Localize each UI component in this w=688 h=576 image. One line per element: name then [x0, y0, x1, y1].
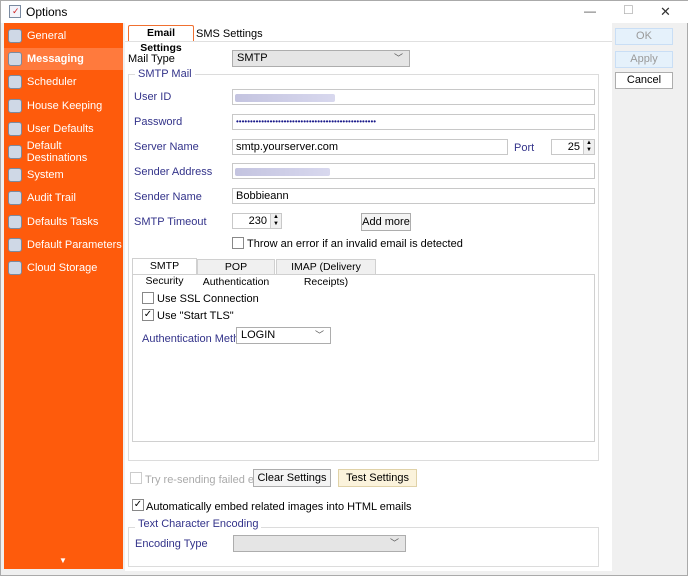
auth-method-select[interactable]: LOGIN ﹀ — [236, 327, 331, 344]
sidebar-item-label: Messaging — [27, 53, 84, 66]
smtp-timeout-spinner[interactable]: 230 ▲ ▼ — [232, 213, 282, 229]
sidebar-item-label: Default Destinations — [26, 140, 88, 164]
sidebar-item-general[interactable]: General — [4, 25, 123, 47]
smtp-mail-title: SMTP Mail — [135, 68, 195, 80]
sidebar-item-cloud-storage[interactable]: Cloud Storage — [4, 257, 123, 279]
use-ssl-label: Use SSL Connection — [157, 293, 259, 305]
sidebar-item-label: Scheduler — [27, 76, 77, 89]
broom-icon — [8, 98, 22, 113]
server-name-label: Server Name — [134, 141, 199, 153]
sidebar-item-audit-trail[interactable]: Audit Trail — [4, 187, 123, 209]
help-icon — [8, 237, 22, 252]
sender-name-input[interactable]: Bobbieann — [232, 188, 595, 204]
add-more-button[interactable]: Add more — [361, 213, 411, 231]
smtp-timeout-label: SMTP Timeout — [134, 216, 207, 228]
sidebar-item-default-parameters[interactable]: Default Parameters — [4, 234, 123, 256]
throw-error-checkbox[interactable] — [232, 237, 244, 249]
sidebar-item-label: Audit Trail — [27, 192, 76, 205]
use-ssl-checkbox[interactable] — [142, 292, 154, 304]
sidebar-item-scheduler[interactable]: Scheduler — [4, 71, 123, 93]
sidebar-item-default-destinations[interactable]: Default Destinations — [4, 140, 123, 164]
cloud-icon — [8, 261, 22, 275]
retry-checkbox[interactable] — [130, 472, 142, 484]
app-icon: ✓ — [9, 5, 21, 18]
ok-button[interactable]: OK — [615, 28, 673, 45]
options-window: ✓ Options — ☐ ✕ ▼ General Messaging Schedu… — [0, 0, 688, 576]
window-title: Options — [26, 5, 68, 19]
audit-icon — [8, 191, 22, 206]
user-id-input[interactable] — [232, 89, 595, 105]
sidebar-item-label: Defaults Tasks — [27, 215, 99, 228]
clear-settings-button[interactable]: Clear Settings — [253, 469, 331, 487]
title-bar: ✓ Options — ☐ ✕ — [1, 1, 688, 23]
use-tls-label: Use "Start TLS" — [157, 310, 234, 322]
maximize-button[interactable]: ☐ — [623, 3, 634, 17]
tab-imap[interactable]: IMAP (Delivery Receipts) — [276, 259, 376, 288]
destination-icon — [8, 145, 22, 159]
server-name-input[interactable]: smtp.yourserver.com — [232, 139, 508, 155]
user-id-label: User ID — [134, 91, 172, 103]
sidebar-item-messaging[interactable]: Messaging — [4, 48, 123, 71]
globe-icon — [8, 168, 22, 183]
scheduler-icon — [8, 75, 22, 90]
spinner-arrows-icon: ▲ ▼ — [270, 214, 281, 228]
encoding-type-select[interactable]: ﹀ — [233, 535, 406, 552]
sender-address-label: Sender Address — [134, 166, 213, 178]
embed-images-checkbox[interactable]: ✓ — [132, 499, 144, 511]
embed-images-label: Automatically embed related images into … — [146, 501, 412, 513]
encoding-type-label: Encoding Type — [135, 538, 208, 550]
sender-name-label: Sender Name — [134, 191, 202, 203]
password-label: Password — [134, 116, 183, 128]
tab-pop-authentication[interactable]: POP Authentication — [197, 259, 275, 288]
sidebar-item-label: User Defaults — [27, 122, 94, 135]
mail-type-select[interactable]: SMTP ﹀ — [232, 50, 410, 67]
close-button[interactable]: ✕ — [660, 4, 671, 20]
cancel-button[interactable]: Cancel — [615, 72, 673, 89]
chevron-down-icon: ﹀ — [314, 330, 324, 340]
chevron-down-icon: ﹀ — [389, 538, 399, 548]
throw-error-label: Throw an error if an invalid email is de… — [247, 238, 463, 250]
sender-address-input[interactable] — [232, 163, 595, 179]
minimize-button[interactable]: — — [584, 4, 596, 18]
main-panel: Email Settings SMS Settings Mail Type SM… — [125, 23, 612, 571]
sidebar-item-label: House Keeping — [27, 99, 103, 112]
mail-type-label: Mail Type — [128, 53, 175, 65]
port-spinner[interactable]: 25 ▲ ▼ — [551, 139, 595, 155]
sidebar-item-user-defaults[interactable]: User Defaults — [4, 118, 123, 140]
sidebar-item-label: Cloud Storage — [27, 262, 98, 274]
password-input[interactable]: ••••••••••••••••••••••••••••••••••••••••… — [232, 114, 595, 130]
sidebar: ▼ General Messaging Scheduler House Keeping… — [4, 23, 123, 569]
test-settings-button[interactable]: Test Settings — [338, 469, 417, 487]
tab-sms-settings[interactable]: SMS Settings — [196, 28, 263, 40]
general-icon — [8, 29, 22, 43]
sidebar-item-label: Default Parameters — [27, 238, 122, 251]
tab-email-settings[interactable]: Email Settings — [128, 25, 194, 54]
spinner-arrows-icon: ▲ ▼ — [583, 140, 594, 154]
chevron-down-icon: ﹀ — [393, 53, 403, 63]
encoding-group-title: Text Character Encoding — [135, 518, 262, 530]
sidebar-item-defaults-tasks[interactable]: Defaults Tasks — [4, 211, 123, 233]
tasks-icon — [8, 214, 22, 229]
scroll-down-icon[interactable]: ▼ — [59, 556, 67, 565]
sidebar-item-house-keeping[interactable]: House Keeping — [4, 95, 123, 117]
tab-smtp-security[interactable]: SMTP Security — [132, 258, 197, 287]
use-tls-checkbox[interactable]: ✓ — [142, 309, 154, 321]
sidebar-item-label: System — [27, 169, 64, 182]
messaging-icon — [8, 52, 22, 67]
port-label: Port — [514, 142, 535, 154]
apply-button[interactable]: Apply — [615, 51, 673, 68]
sidebar-item-system[interactable]: System — [4, 164, 123, 186]
sidebar-item-label: General — [27, 30, 67, 42]
users-icon — [8, 121, 22, 136]
